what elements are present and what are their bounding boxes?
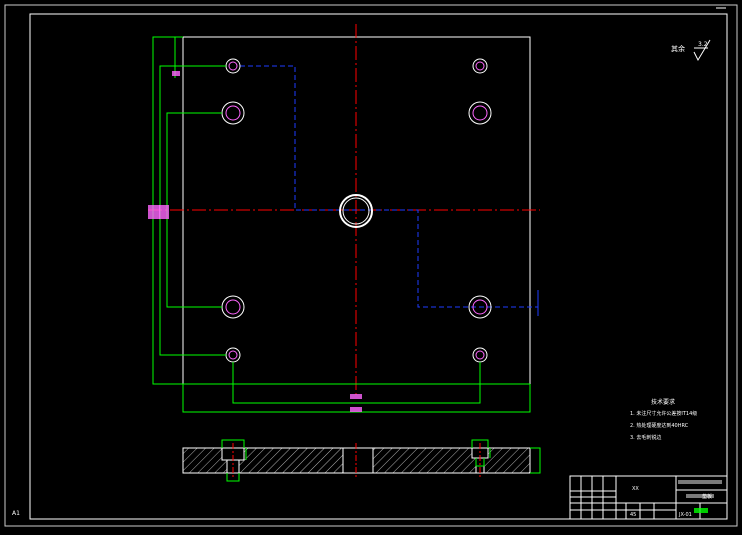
title-block-material: 45: [630, 512, 637, 518]
drawing-frame: [29, 13, 728, 520]
hole-small-tr-inner: [475, 61, 485, 71]
tech-note-2: 2. 热处理硬度达到40HRC: [630, 423, 689, 429]
hole-large-tl-inner: [225, 105, 241, 121]
sheet-corner-label: A1: [12, 510, 20, 517]
side-view-center-bore: [342, 447, 374, 474]
dimension-text: [148, 71, 362, 412]
side-view[interactable]: [182, 439, 541, 482]
title-block-part-name: 垫板: [702, 494, 713, 500]
hole-small-tl-inner: [228, 61, 238, 71]
title-block-drawing-no: JX-01: [679, 512, 692, 518]
hole-small-br-inner: [475, 350, 485, 360]
hole-small-bl[interactable]: [225, 347, 241, 363]
hole-large-bl[interactable]: [221, 295, 245, 319]
tech-note-1: 1. 未注尺寸允许公差按IT14级: [630, 411, 698, 417]
surface-finish-value: 3.2: [698, 41, 708, 48]
tech-note-3: 3. 去毛刺锐边: [630, 435, 662, 441]
hole-small-br[interactable]: [472, 347, 488, 363]
hole-small-bl-inner: [228, 350, 238, 360]
surface-finish-label: 其余: [671, 45, 685, 53]
hole-large-bl-inner: [225, 299, 241, 315]
title-block-company: XX: [632, 486, 639, 492]
hole-large-tr-inner: [472, 105, 488, 121]
hole-small-tr[interactable]: [472, 58, 488, 74]
title-block-fill: [678, 480, 722, 513]
hole-large-tl[interactable]: [221, 101, 245, 125]
hole-small-tl[interactable]: [225, 58, 241, 74]
cad-drawing-canvas[interactable]: 其余 3.2 技术要求 1. 未注尺寸允许公差按IT14级 2. 热处理硬度达到…: [0, 0, 742, 531]
section-line: [240, 65, 538, 308]
hole-large-tr[interactable]: [468, 101, 492, 125]
tech-notes-title: 技术要求: [651, 399, 676, 406]
drawing-svg: [4, 4, 738, 527]
